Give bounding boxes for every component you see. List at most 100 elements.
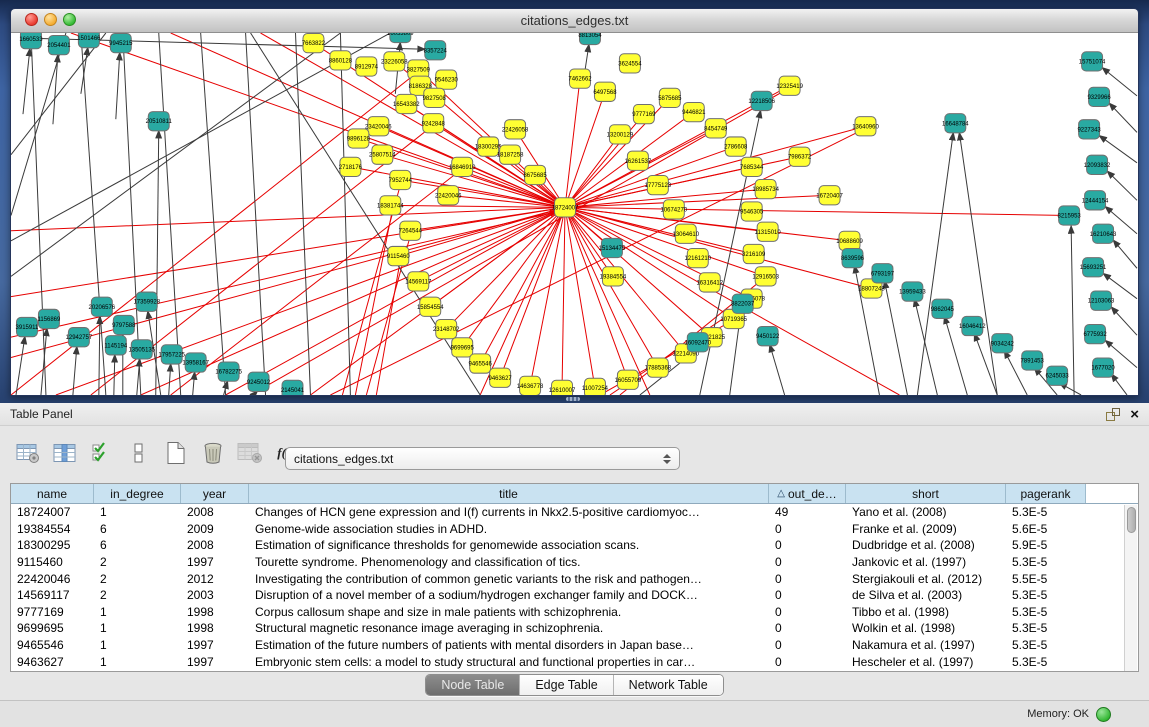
graph-node[interactable]: 14636778 xyxy=(517,376,544,395)
graph-node[interactable]: 7952744 xyxy=(389,170,413,189)
graph-node[interactable]: 2054401 xyxy=(47,36,71,55)
graph-node[interactable]: 2786608 xyxy=(724,137,748,156)
graph-node[interactable]: 18187258 xyxy=(497,145,524,164)
graph-edge[interactable] xyxy=(500,207,565,377)
graph-node[interactable]: 8215953 xyxy=(1058,206,1082,225)
scrollbar-thumb[interactable] xyxy=(1127,507,1136,533)
table-scrollbar[interactable] xyxy=(1124,505,1137,671)
graph-node[interactable]: 10688609 xyxy=(836,231,863,250)
graph-node[interactable]: 7891453 xyxy=(1021,351,1045,370)
graph-edge[interactable] xyxy=(137,358,140,395)
graph-edge[interactable] xyxy=(1109,103,1137,132)
graph-node[interactable]: 16316412 xyxy=(696,273,723,292)
graph-node[interactable]: 6245033 xyxy=(1046,366,1070,385)
graph-node[interactable]: 22426058 xyxy=(502,120,529,139)
graph-node[interactable]: 3216109 xyxy=(742,244,766,263)
delete-table-button[interactable] xyxy=(199,439,227,467)
graph-edge[interactable] xyxy=(1111,374,1127,395)
table-row[interactable]: 2242004622012Investigating the contribut… xyxy=(11,570,1138,587)
graph-edge[interactable] xyxy=(376,260,400,395)
graph-edge[interactable] xyxy=(480,207,565,395)
tab-network-table[interactable]: Network Table xyxy=(614,675,723,695)
minimize-window-icon[interactable] xyxy=(44,13,57,26)
graph-node[interactable]: 8912974 xyxy=(355,57,379,76)
graph-node[interactable]: 16210643 xyxy=(1090,224,1117,243)
window-title-bar[interactable]: citations_edges.txt xyxy=(11,9,1138,33)
graph-node[interactable]: 8822037 xyxy=(731,294,755,313)
graph-node[interactable]: 8675685 xyxy=(523,165,547,184)
close-window-icon[interactable] xyxy=(25,13,38,26)
graph-node[interactable]: 13064610 xyxy=(673,224,700,243)
graph-edge[interactable] xyxy=(1107,171,1137,200)
close-panel-icon[interactable]: × xyxy=(1130,408,1139,421)
graph-node[interactable]: 9546230 xyxy=(435,70,459,89)
column-header-short[interactable]: short xyxy=(846,484,1006,503)
graph-node[interactable]: 6793197 xyxy=(871,264,895,283)
graph-node[interactable]: 9862045 xyxy=(931,299,955,318)
show-columns-button[interactable] xyxy=(51,439,79,467)
column-header-year[interactable]: year xyxy=(181,484,249,503)
graph-node[interactable]: 18985734 xyxy=(752,180,779,199)
zoom-window-icon[interactable] xyxy=(63,13,76,26)
graph-node[interactable]: 1660533 xyxy=(19,33,43,49)
graph-node[interactable]: 16846910 xyxy=(449,157,476,176)
graph-node[interactable]: 7264544 xyxy=(399,221,423,240)
graph-node[interactable]: 9245012 xyxy=(247,372,271,391)
graph-node[interactable]: 8357224 xyxy=(424,41,448,60)
graph-node[interactable]: 9945215 xyxy=(109,34,133,53)
graph-edge[interactable] xyxy=(462,167,565,208)
graph-node[interactable]: 16055709 xyxy=(615,370,642,389)
graph-node[interactable]: 9446821 xyxy=(682,102,706,121)
graph-edge[interactable] xyxy=(53,54,58,124)
create-new-table-button[interactable] xyxy=(162,439,190,467)
graph-node[interactable]: 12610007 xyxy=(549,380,576,396)
graph-node[interactable]: 1501466 xyxy=(77,33,101,48)
graph-node[interactable]: 23148702 xyxy=(433,319,460,338)
graph-edge[interactable] xyxy=(159,33,181,395)
graph-edge[interactable] xyxy=(770,344,785,395)
graph-node[interactable]: 7986372 xyxy=(788,147,812,166)
graph-node[interactable]: 9827508 xyxy=(423,88,447,107)
graph-node[interactable]: 7663822 xyxy=(302,34,326,53)
table-row[interactable]: 1456911722003Disruption of a novel membe… xyxy=(11,587,1138,604)
table-row[interactable]: 911546021997Tourette syndrome. Phenomeno… xyxy=(11,554,1138,571)
graph-edge[interactable] xyxy=(917,132,953,395)
graph-edge[interactable] xyxy=(530,207,565,385)
graph-node[interactable]: 13640960 xyxy=(852,117,879,136)
graph-node[interactable]: 16648784 xyxy=(942,114,969,133)
graph-node[interactable]: 9227343 xyxy=(1077,120,1101,139)
graph-node[interactable]: 16046412 xyxy=(959,316,986,335)
graph-edge[interactable] xyxy=(462,207,565,347)
graph-node[interactable]: 8813054 xyxy=(578,33,602,45)
graph-edge[interactable] xyxy=(1111,307,1137,335)
graph-node[interactable]: 15854554 xyxy=(417,297,444,316)
graph-node[interactable]: 13958167 xyxy=(182,353,209,372)
graph-node[interactable]: 15751074 xyxy=(1079,52,1106,71)
table-row[interactable]: 946554611997Estimation of the future num… xyxy=(11,637,1138,654)
graph-node[interactable]: 2145041 xyxy=(281,380,305,396)
graph-node[interactable]: 12103063 xyxy=(1088,291,1115,310)
graph-node[interactable]: 16782275 xyxy=(215,362,242,381)
graph-node[interactable]: 7462662 xyxy=(568,69,592,88)
graph-node[interactable]: 13505135 xyxy=(128,340,155,359)
graph-edge[interactable] xyxy=(16,336,25,395)
graph-edge[interactable] xyxy=(1113,240,1137,268)
tab-node-table[interactable]: Node Table xyxy=(426,675,520,695)
network-canvas[interactable]: 7663822886012889129742322605838275098186… xyxy=(11,33,1138,396)
graph-edge[interactable] xyxy=(565,207,658,367)
graph-node[interactable]: 9242848 xyxy=(422,114,446,133)
table-row[interactable]: 1938455462009Genome-wide association stu… xyxy=(11,521,1138,538)
graph-node[interactable]: 23226058 xyxy=(381,52,408,71)
graph-node[interactable]: 8860128 xyxy=(329,51,353,70)
graph-node[interactable]: 17775123 xyxy=(645,175,672,194)
graph-edge[interactable] xyxy=(23,48,30,114)
graph-node[interactable]: 20206576 xyxy=(89,297,116,316)
graph-node[interactable]: 8454749 xyxy=(704,119,728,138)
graph-node[interactable]: 1677020 xyxy=(1091,358,1115,377)
graph-node[interactable]: 9463627 xyxy=(489,368,513,387)
graph-node[interactable]: 11315010 xyxy=(755,222,782,241)
graph-node[interactable]: 12218506 xyxy=(748,91,775,110)
graph-node[interactable]: 16720407 xyxy=(816,186,843,205)
graph-node[interactable]: 11007254 xyxy=(582,378,609,396)
graph-node[interactable]: 16053809 xyxy=(387,33,414,43)
